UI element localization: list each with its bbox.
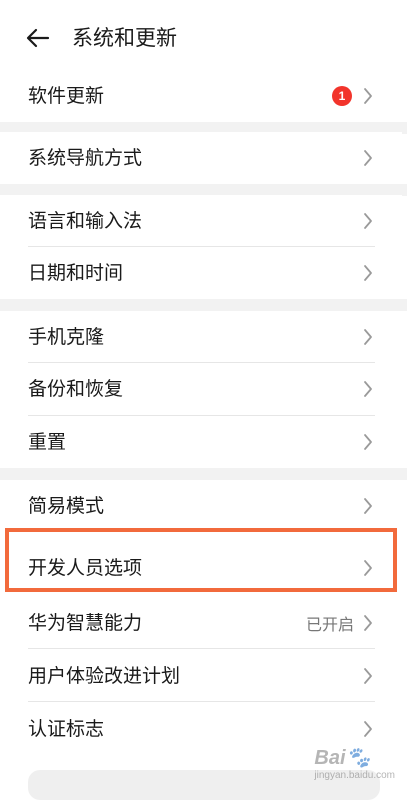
back-button[interactable] (22, 22, 54, 54)
chevron-right-icon (362, 379, 374, 399)
chevron-right-icon (362, 211, 374, 231)
chevron-right-icon (362, 496, 374, 516)
row-label: 华为智慧能力 (28, 612, 143, 634)
row-label: 用户体验改进计划 (28, 665, 181, 687)
row-label: 认证标志 (28, 718, 105, 740)
row-label: 软件更新 (28, 85, 105, 107)
arrow-left-icon (26, 28, 50, 48)
chevron-right-icon (362, 263, 374, 283)
baidu-watermark: Bai🐾 jingyan.baidu.com (314, 745, 395, 781)
chevron-right-icon (362, 558, 374, 578)
paw-icon: 🐾 (345, 747, 371, 769)
row-label: 重置 (28, 431, 67, 453)
section-gap (0, 299, 407, 311)
backup-restore-row[interactable]: 备份和恢复 (0, 363, 402, 415)
row-label: 备份和恢复 (28, 378, 124, 400)
user-experience-program-row[interactable]: 用户体验改进计划 (0, 650, 402, 702)
row-divider (28, 648, 375, 649)
page-title: 系统和更新 (72, 26, 177, 50)
system-navigation-row[interactable]: 系统导航方式 (0, 132, 402, 184)
row-label: 语言和输入法 (28, 210, 143, 232)
chevron-right-icon (362, 148, 374, 168)
status-text: 已开启 (305, 615, 354, 634)
chevron-right-icon (362, 86, 374, 106)
chevron-right-icon (362, 432, 374, 452)
huawei-smart-ability-row[interactable]: 华为智慧能力 已开启 (0, 597, 402, 649)
row-label: 开发人员选项 (28, 557, 143, 579)
section-gap (0, 468, 407, 480)
row-label: 简易模式 (28, 495, 105, 517)
watermark-sub: jingyan.baidu.com (314, 770, 395, 781)
chevron-right-icon (362, 719, 374, 739)
language-input-row[interactable]: 语言和输入法 (0, 195, 402, 247)
date-time-row[interactable]: 日期和时间 (0, 247, 402, 299)
software-update-row[interactable]: 软件更新 1 (0, 70, 402, 122)
simple-mode-row[interactable]: 简易模式 (0, 480, 402, 532)
chevron-right-icon (362, 666, 374, 686)
developer-options-row[interactable]: 开发人员选项 (0, 542, 402, 594)
watermark-text: Bai (314, 747, 346, 769)
row-label: 手机克隆 (28, 326, 105, 348)
row-label: 系统导航方式 (28, 147, 143, 169)
chevron-right-icon (362, 613, 374, 633)
row-divider (28, 701, 375, 702)
reset-row[interactable]: 重置 (0, 416, 402, 468)
phone-clone-row[interactable]: 手机克隆 (0, 311, 402, 363)
chevron-right-icon (362, 327, 374, 347)
header-bar: 系统和更新 (0, 0, 407, 72)
row-label: 日期和时间 (28, 262, 124, 284)
update-count-badge: 1 (332, 86, 352, 106)
